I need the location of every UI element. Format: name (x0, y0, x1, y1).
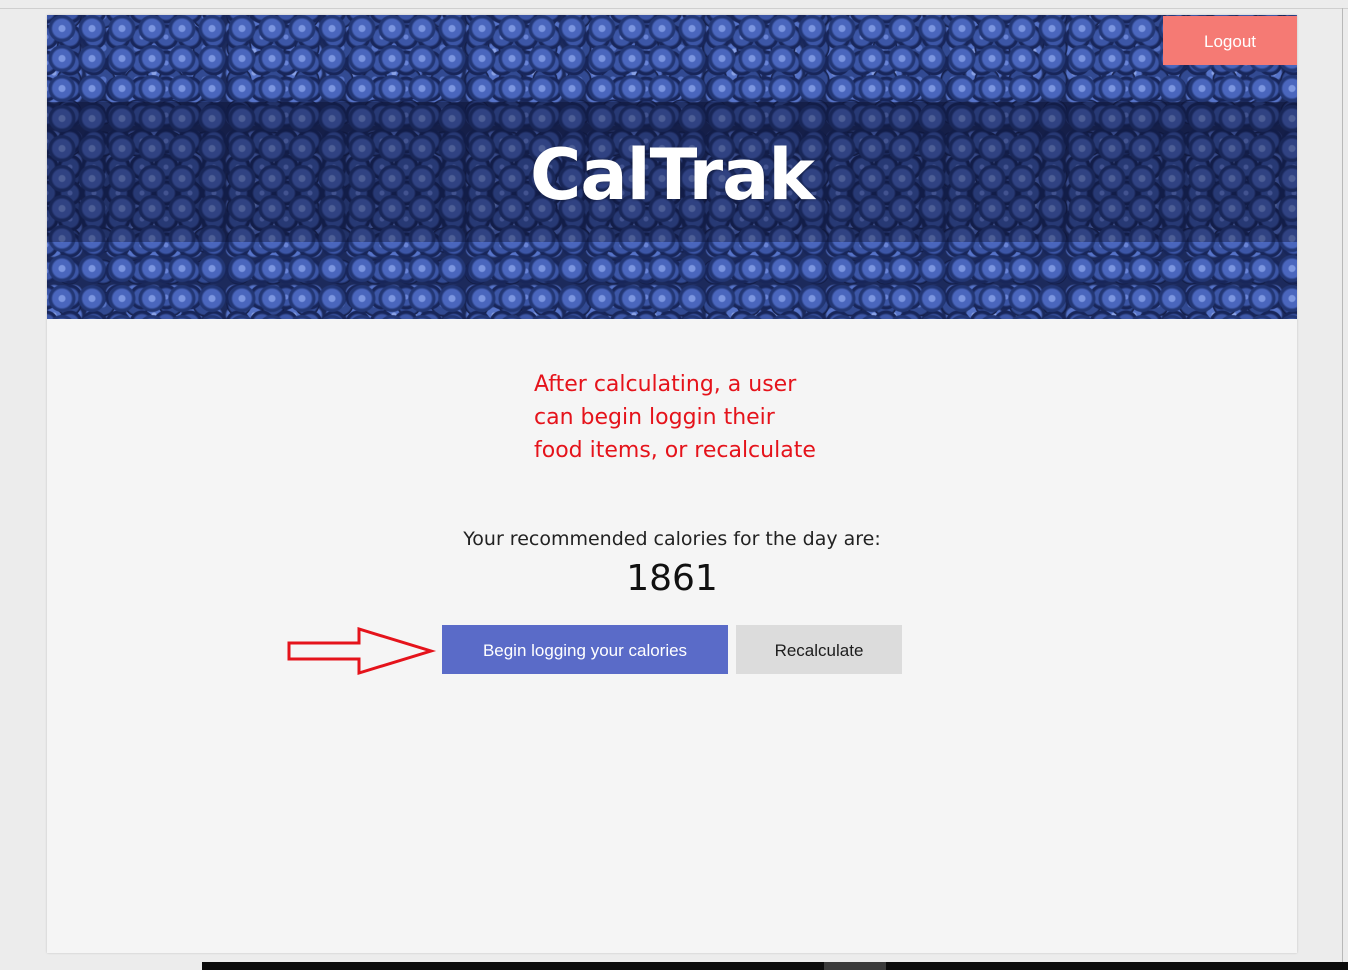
annotation-line: can begin loggin their (534, 405, 775, 430)
recommended-calories-label: Your recommended calories for the day ar… (463, 528, 881, 550)
window-top-border (0, 8, 1348, 9)
app-title: CalTrak (530, 134, 815, 216)
recommended-calories-value: 1861 (626, 558, 718, 599)
begin-logging-button[interactable]: Begin logging your calories (442, 625, 728, 674)
logout-button[interactable]: Logout (1163, 16, 1297, 65)
annotation-note: After calculating, a user can begin logg… (534, 368, 854, 467)
header-banner: CalTrak Logout (47, 15, 1297, 319)
recalculate-button[interactable]: Recalculate (736, 625, 902, 674)
annotation-line: food items, or recalculate (534, 438, 816, 463)
window-scroll-edge (1342, 8, 1343, 970)
annotation-arrow-icon (287, 627, 437, 676)
taskbar-strip (202, 962, 1348, 970)
app-container: CalTrak Logout After calculating, a user… (47, 15, 1297, 953)
taskbar-segment (824, 962, 886, 970)
annotation-line: After calculating, a user (534, 372, 797, 397)
